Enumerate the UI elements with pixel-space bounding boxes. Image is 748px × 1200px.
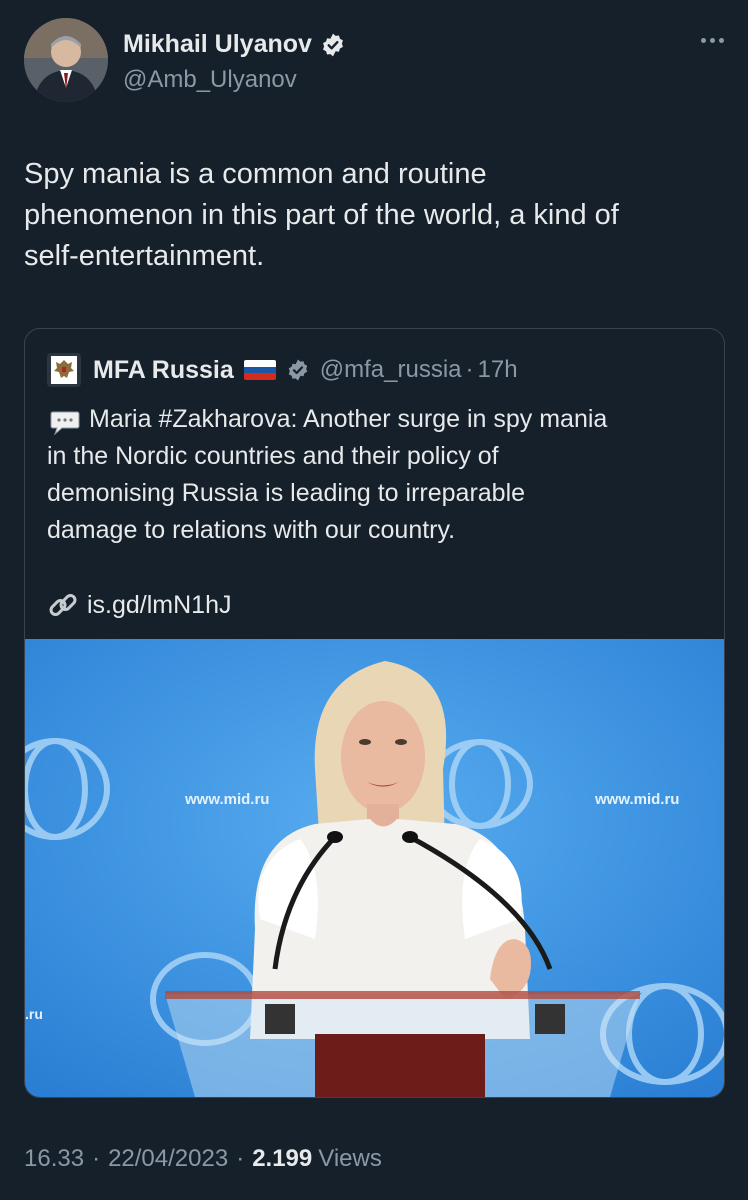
tweet-date[interactable]: 22/04/2023	[108, 1145, 228, 1173]
verified-badge-icon	[322, 33, 343, 56]
separator-dot: ·	[465, 356, 474, 383]
views-label: Views	[318, 1145, 382, 1172]
author-handle[interactable]: @Amb_Ulyanov	[123, 66, 297, 94]
tweet-text: Spy mania is a common and routine phenom…	[24, 158, 619, 272]
quoted-timestamp[interactable]: 17h	[478, 356, 518, 384]
verified-badge-icon	[288, 359, 307, 381]
quoted-link[interactable]: is.gd/lmN1hJ	[47, 589, 232, 621]
coat-of-arms-icon	[51, 356, 77, 384]
more-options-icon[interactable]	[701, 38, 724, 43]
russia-flag-icon	[243, 360, 276, 380]
backdrop-text-edge: .ru	[25, 1006, 43, 1022]
tweet-footer: 16.33 · 22/04/2023 · 2.199 Views	[24, 1145, 382, 1173]
backdrop-text-left: www.mid.ru	[184, 791, 269, 808]
author-name[interactable]: Mikhail Ulyanov	[123, 30, 312, 59]
link-text[interactable]: is.gd/lmN1hJ	[87, 591, 232, 620]
tweet-time[interactable]: 16.33	[24, 1145, 84, 1173]
avatar[interactable]	[24, 18, 108, 102]
separator-dot: ·	[92, 1145, 101, 1172]
backdrop-text-right: www.mid.ru	[594, 791, 679, 808]
views-count[interactable]: 2.199	[252, 1145, 312, 1173]
link-chain-icon	[49, 594, 77, 616]
quoted-author-handle[interactable]: @mfa_russia	[320, 356, 462, 384]
quoted-avatar[interactable]	[47, 353, 81, 387]
quoted-photo[interactable]: www.mid.ru www.mid.ru .ru	[25, 639, 724, 1097]
author-name-row: Mikhail Ulyanov	[123, 30, 346, 59]
quoted-tweet[interactable]: MFA Russia @mfa_russia · 17h Maria #Zakh…	[24, 328, 725, 1098]
quoted-author-name[interactable]: MFA Russia	[93, 356, 234, 385]
quoted-tweet-text: Maria #Zakharova: Another surge in spy m…	[47, 405, 608, 544]
separator-dot: ·	[236, 1145, 245, 1172]
quoted-tweet-header: MFA Russia @mfa_russia · 17h	[47, 353, 518, 387]
